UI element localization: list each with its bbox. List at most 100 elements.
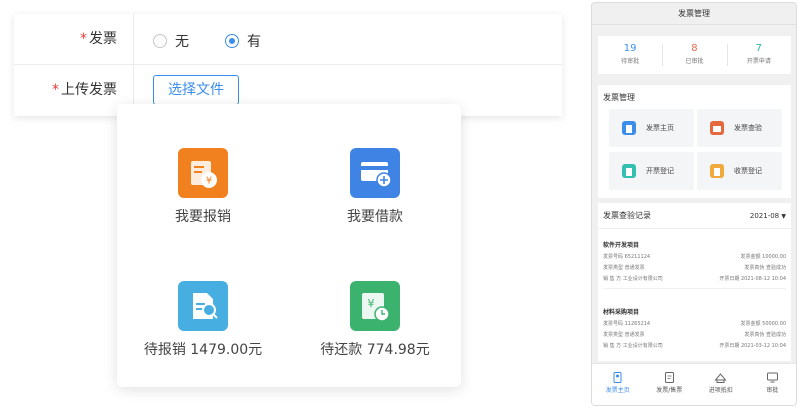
tab-deduct[interactable]: 进项抵扣 xyxy=(695,364,747,405)
invoice-form: * 发票 无 有 * 上传发票 选择文件 xyxy=(14,14,562,116)
record-truth-label: 发票真伪 xyxy=(744,265,765,271)
stat-approved[interactable]: 8 已审批 xyxy=(662,36,726,74)
caret-down-icon: ▼ xyxy=(781,212,786,220)
svg-text:¥: ¥ xyxy=(368,297,375,310)
mgmt-receive-register-label: 收票登记 xyxy=(734,167,762,175)
tab-invoice-home[interactable]: 发票主页 xyxy=(592,364,644,405)
record-date-label: 开票日期 xyxy=(719,343,740,349)
home-doc-icon xyxy=(611,369,624,383)
record-type-label: 发票类型 xyxy=(603,332,624,338)
tile-reimburse-label: 我要报销 xyxy=(175,209,231,225)
radio-no[interactable] xyxy=(153,34,167,48)
record-seller: 工业设计有限公司 xyxy=(622,276,663,282)
phone-mockup: 发票管理 19 待审批 8 已审批 7 开票申请 发票管理 发票主页 发票查验 … xyxy=(591,2,797,406)
ticket-icon xyxy=(663,369,676,383)
record-item[interactable]: 软件开发项目 发票号码 65211124 发票金额 10000.00 发票类型 … xyxy=(598,240,791,289)
tile-pending-repay[interactable]: ¥ 待还款 774.98元 xyxy=(289,281,461,359)
record-name: 材料采购项目 xyxy=(603,309,640,316)
record-truth: 查验成功 xyxy=(765,332,786,338)
record-truth-label: 发票真伪 xyxy=(744,332,765,338)
reimburse-icon: ¥ xyxy=(178,148,228,198)
mgmt-invoice-home[interactable]: 发票主页 xyxy=(609,109,694,147)
record-seller-label: 销 售 方 xyxy=(603,343,622,349)
record-row: 发票号码 11265214 发票金额 50000.00 xyxy=(598,320,791,327)
record-no-label: 发票号码 xyxy=(603,321,624,327)
page: * 发票 无 有 * 上传发票 选择文件 ¥ 我要报销 我要借款 待报销 147… xyxy=(0,0,800,408)
tab-invoice-home-label: 发票主页 xyxy=(605,387,630,394)
radio-no-label: 无 xyxy=(175,34,189,50)
stat-approved-value: 8 xyxy=(691,43,698,54)
stat-issue-request[interactable]: 7 开票申请 xyxy=(726,36,791,74)
choose-file-button[interactable]: 选择文件 xyxy=(153,75,239,105)
record-truth: 查验成功 xyxy=(765,265,786,271)
repay-clock-icon: ¥ xyxy=(350,281,400,331)
required-mark: * xyxy=(80,31,87,47)
mgmt-issue-register-label: 开票登记 xyxy=(646,167,674,175)
receive-register-icon xyxy=(710,164,724,178)
invoice-row: * 发票 无 有 xyxy=(14,14,562,65)
invoice-mgmt-card: 发票管理 发票主页 发票查验 开票登记 收票登记 xyxy=(598,85,791,198)
mgmt-invoice-check[interactable]: 发票查验 xyxy=(697,109,782,147)
check-records-card: 发票查验记录 2021-08 ▼ 软件开发项目 发票号码 65211124 发票… xyxy=(598,203,791,361)
invoice-label-cell: * 发票 xyxy=(14,14,134,65)
tab-approve[interactable]: 审批 xyxy=(747,364,797,405)
radio-no-option[interactable]: 无 xyxy=(153,31,189,51)
quick-actions-popup: ¥ 我要报销 我要借款 待报销 1479.00元 ¥ 待还款 774.98元 xyxy=(117,104,461,387)
month-selector[interactable]: 2021-08 ▼ xyxy=(750,212,786,220)
pending-doc-icon xyxy=(178,281,228,331)
record-amount: 50000.00 xyxy=(762,321,786,327)
record-seller: 工业设计有限公司 xyxy=(622,343,663,349)
record-no: 11265214 xyxy=(624,321,651,327)
record-date: 2021-08-12 10:04 xyxy=(740,276,786,282)
record-date: 2021-03-12 10:04 xyxy=(740,343,786,349)
tile-pending-reimburse-label: 待报销 1479.00元 xyxy=(143,342,263,358)
mgmt-issue-register[interactable]: 开票登记 xyxy=(609,152,694,190)
record-seller-label: 销 售 方 xyxy=(603,276,622,282)
stat-pending-value: 19 xyxy=(623,43,637,54)
mgmt-receive-register[interactable]: 收票登记 xyxy=(697,152,782,190)
tab-ticket-label: 发票/售票 xyxy=(656,387,683,394)
record-type: 普通发票 xyxy=(624,265,645,271)
upload-label-cell: * 上传发票 xyxy=(14,65,134,116)
issue-register-icon xyxy=(622,164,636,178)
record-amount-label: 发票金额 xyxy=(740,321,761,327)
tab-approve-label: 审批 xyxy=(766,387,779,394)
tile-reimburse[interactable]: ¥ 我要报销 xyxy=(117,148,289,226)
record-row: 发票号码 65211124 发票金额 10000.00 xyxy=(598,253,791,260)
record-divider xyxy=(603,288,786,289)
bottom-tabbar: 发票主页 发票/售票 进项抵扣 审批 xyxy=(592,363,797,405)
record-no-label: 发票号码 xyxy=(603,254,624,260)
tile-loan[interactable]: 我要借款 xyxy=(289,148,461,226)
records-title: 发票查验记录 xyxy=(603,211,651,220)
record-date-label: 开票日期 xyxy=(719,276,740,282)
record-no: 65211124 xyxy=(624,254,651,260)
record-row: 发票类型 普通发票 发票真伪 查验成功 xyxy=(598,264,791,271)
record-amount: 10000.00 xyxy=(762,254,786,260)
month-value: 2021-08 xyxy=(749,211,780,220)
phone-title: 发票管理 xyxy=(592,3,796,25)
radio-yes-option[interactable]: 有 xyxy=(225,31,261,51)
stats-bar: 19 待审批 8 已审批 7 开票申请 xyxy=(598,36,791,74)
loan-card-icon xyxy=(350,148,400,198)
tile-pending-repay-label: 待还款 774.98元 xyxy=(320,342,430,358)
stat-pending-label: 待审批 xyxy=(621,58,640,65)
radio-yes[interactable] xyxy=(225,34,239,48)
tab-ticket[interactable]: 发票/售票 xyxy=(644,364,696,405)
record-name: 软件开发项目 xyxy=(603,242,640,249)
invoice-home-icon xyxy=(622,121,636,135)
upload-label: 上传发票 xyxy=(61,82,117,98)
approve-icon xyxy=(766,369,779,383)
record-type-label: 发票类型 xyxy=(603,265,624,271)
svg-text:¥: ¥ xyxy=(206,176,212,187)
record-amount-label: 发票金额 xyxy=(740,254,761,260)
mgmt-title: 发票管理 xyxy=(603,93,635,102)
tab-deduct-label: 进项抵扣 xyxy=(708,387,733,394)
tile-pending-reimburse[interactable]: 待报销 1479.00元 xyxy=(117,281,289,359)
record-row: 发票类型 普通发票 发票真伪 查验成功 xyxy=(598,331,791,338)
record-item[interactable]: 材料采购项目 发票号码 11265214 发票金额 50000.00 发票类型 … xyxy=(598,307,791,349)
stat-issue-request-value: 7 xyxy=(755,43,762,54)
deduct-icon xyxy=(714,369,727,383)
stat-pending[interactable]: 19 待审批 xyxy=(598,36,662,74)
stat-approved-label: 已审批 xyxy=(685,58,704,65)
invoice-label: 发票 xyxy=(89,31,117,47)
